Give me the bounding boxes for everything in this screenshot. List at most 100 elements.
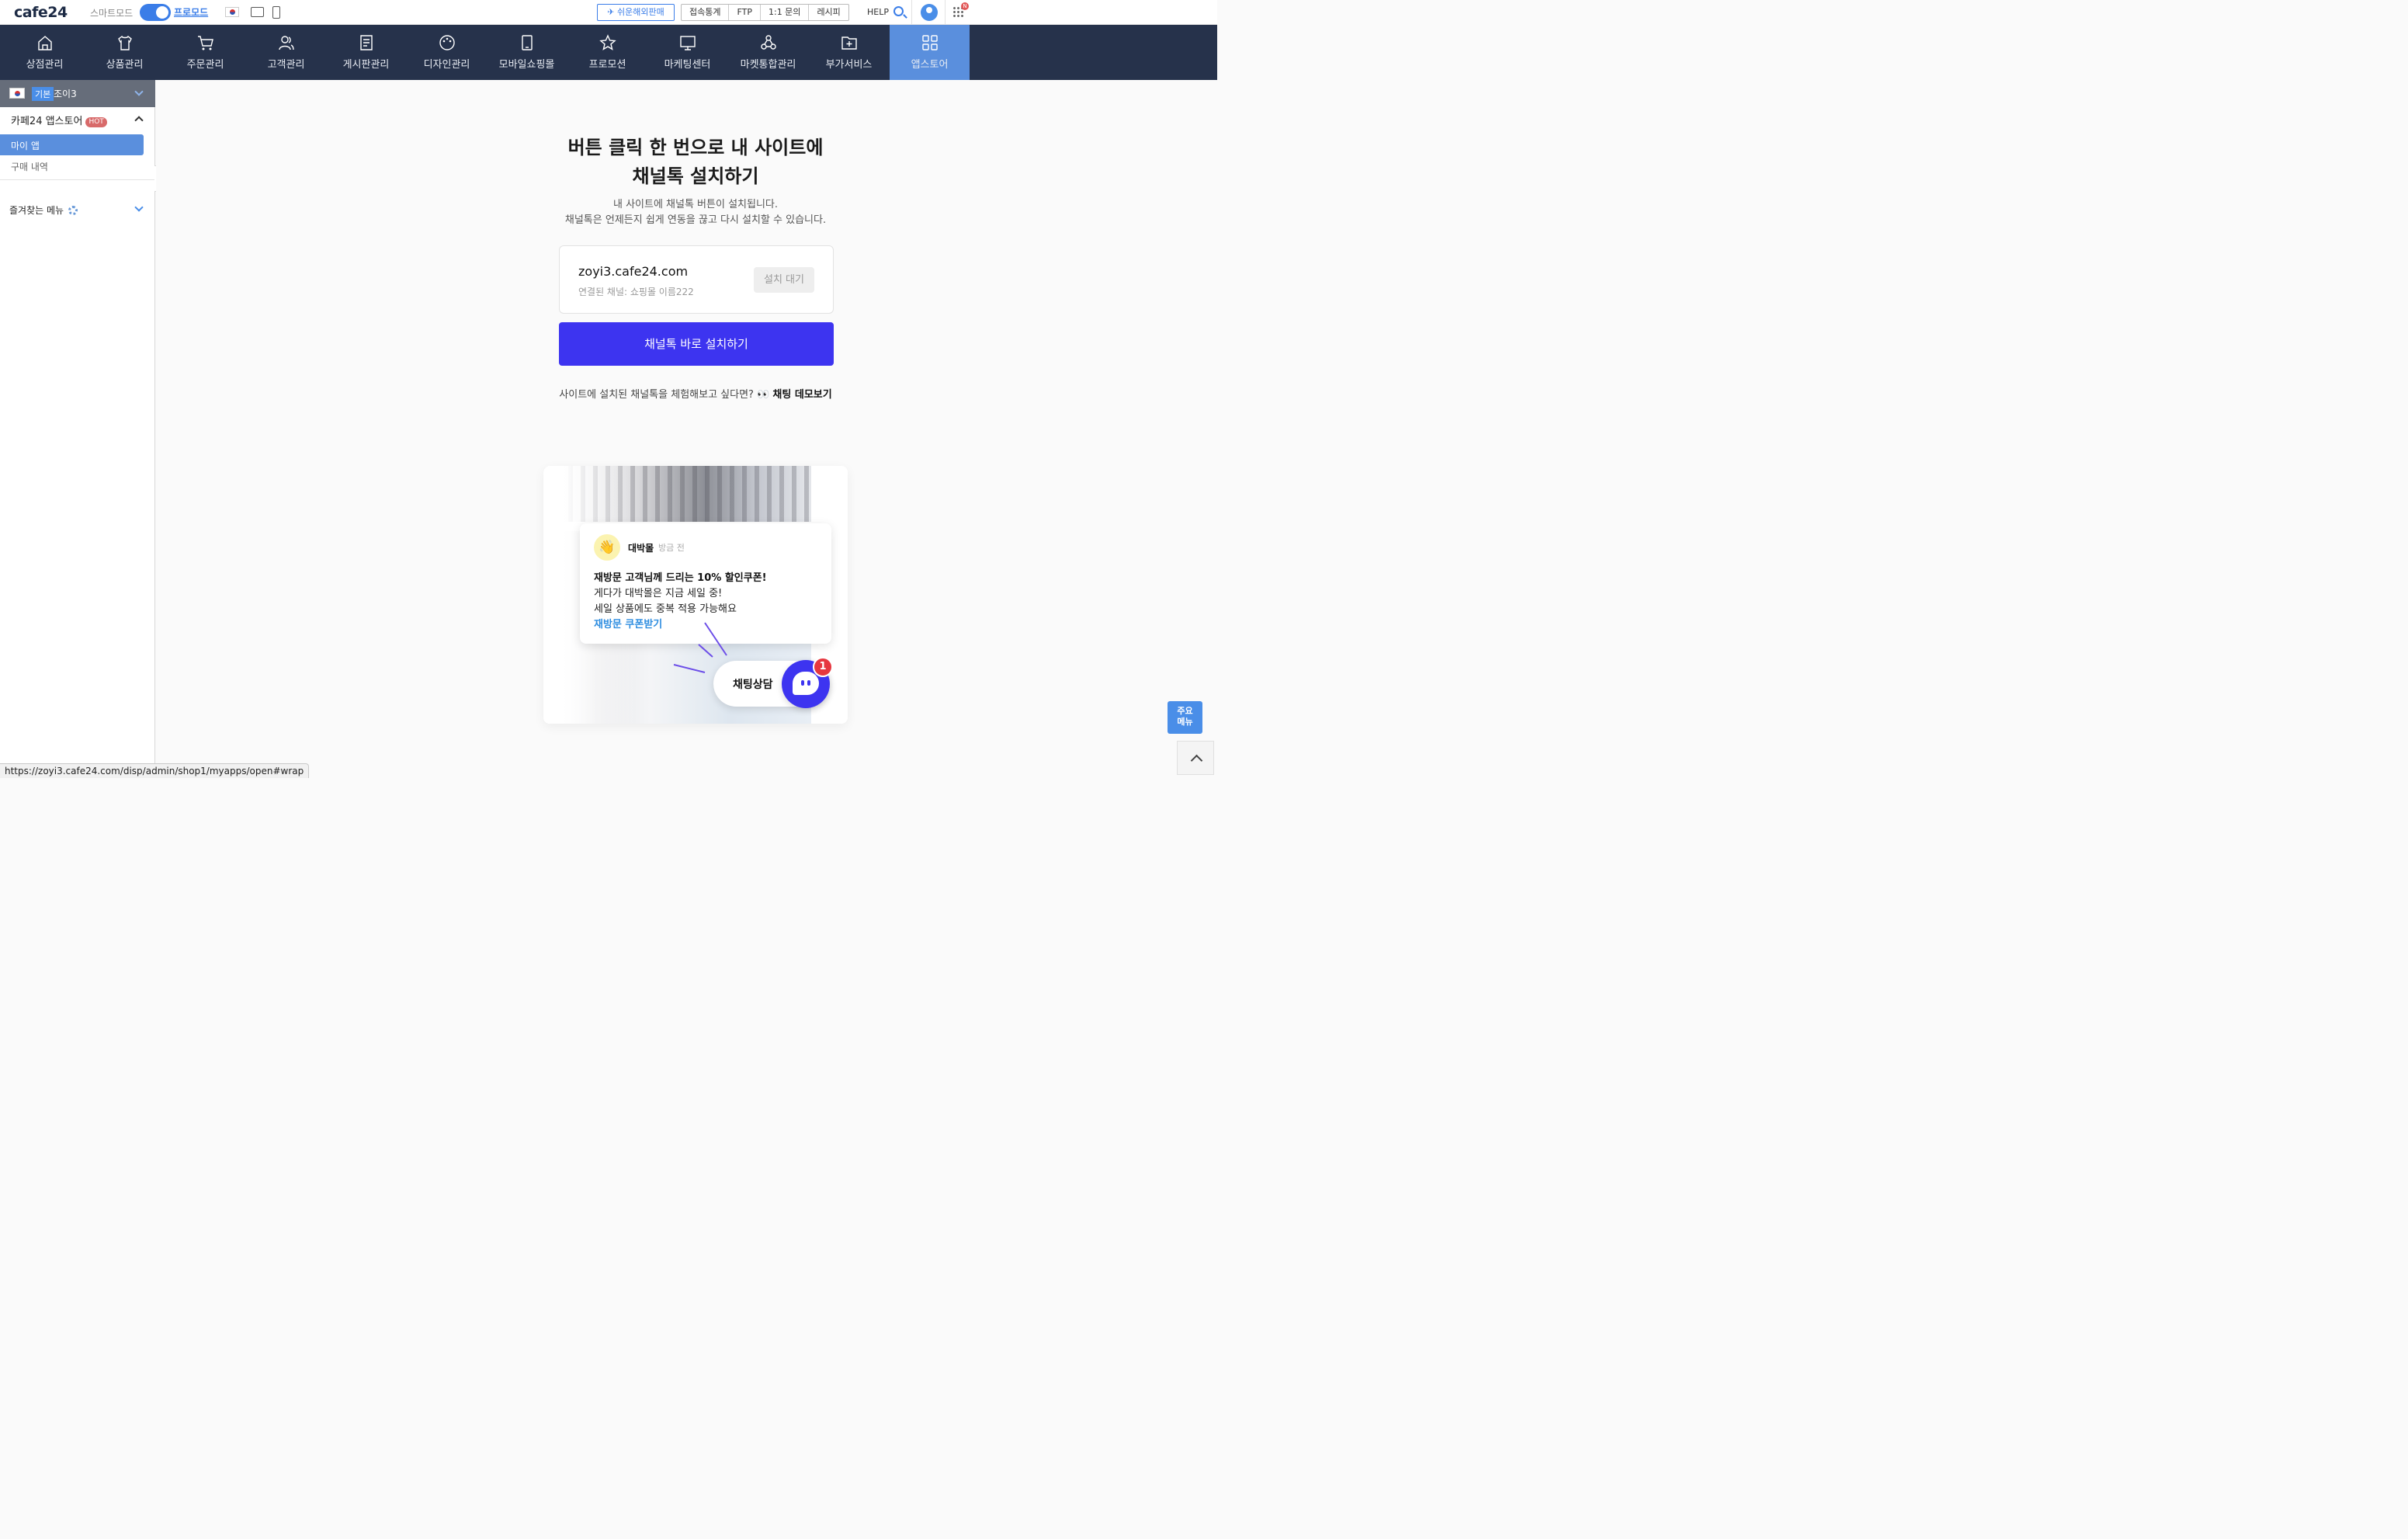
- nav-label: 마켓통합관리: [740, 59, 796, 71]
- nav-marketing-center[interactable]: 마케팅센터: [647, 25, 727, 80]
- inquiry-button[interactable]: 1:1 문의: [761, 5, 810, 20]
- chat-demo-link[interactable]: 채팅 데모보기: [772, 389, 831, 401]
- cafe24-logo[interactable]: cafe24: [14, 4, 68, 21]
- divider: [0, 179, 154, 180]
- nav-label: 주문관리: [186, 59, 224, 71]
- korea-flag-icon[interactable]: [225, 7, 239, 17]
- mobile-icon: [522, 35, 533, 50]
- desktop-icon[interactable]: [251, 7, 264, 17]
- store-icon: [38, 36, 52, 50]
- users-icon: [279, 36, 294, 50]
- description-line-1: 내 사이트에 채널톡 버튼이 설치됩니다.: [612, 199, 779, 210]
- main-nav: 상점관리 상품관리 주문관리 고객관리 게시판관리 디자인관리 모바일쇼핑몰 프…: [0, 25, 1217, 80]
- overseas-sales-label: 쉬운해외판매: [616, 7, 664, 17]
- mode-toggle[interactable]: [140, 4, 171, 21]
- nav-order-management[interactable]: 주문관리: [165, 25, 245, 80]
- nav-label: 앱스토어: [911, 59, 949, 71]
- korea-flag-icon: [9, 88, 25, 99]
- main-menu-word: 주요: [1177, 706, 1193, 716]
- nav-mobile-shop[interactable]: 모바일쇼핑몰: [487, 25, 567, 80]
- menu-my-apps[interactable]: 마이 앱: [0, 134, 144, 155]
- nav-app-store[interactable]: 앱스토어: [890, 25, 970, 80]
- page-title: 버튼 클릭 한 번으로 내 사이트에 채널톡 설치하기: [156, 134, 1235, 191]
- coupon-link: 재방문 쿠폰받기: [594, 619, 663, 631]
- nav-customer-management[interactable]: 고객관리: [246, 25, 326, 80]
- stats-button[interactable]: 접속통계: [682, 5, 730, 20]
- shop-selector[interactable]: 기본 조이3: [0, 80, 155, 107]
- message-line-2: 게다가 대박몰은 지금 세일 중!: [594, 588, 723, 599]
- network-icon: [761, 35, 776, 50]
- nav-market-integration[interactable]: 마켓통합관리: [728, 25, 808, 80]
- nav-board-management[interactable]: 게시판관리: [326, 25, 406, 80]
- waving-hand-icon: 👋: [594, 534, 620, 561]
- nav-store-management[interactable]: 상점관리: [5, 25, 85, 80]
- nav-label: 고객관리: [267, 59, 305, 71]
- gear-icon[interactable]: [68, 206, 78, 215]
- install-status-badge: 설치 대기: [754, 267, 814, 293]
- sidebar: 기본 조이3 카페24 앱스토어 HOT 마이 앱 구매 내역 즐겨찾는 메뉴: [0, 80, 155, 778]
- main-menu-button[interactable]: 주요 메뉴: [1168, 701, 1202, 734]
- quick-link-group: 접속통계 FTP 1:1 문의 레시피: [681, 4, 849, 21]
- status-bar-url: https://zoyi3.cafe24.com/disp/admin/shop…: [0, 763, 310, 778]
- chevron-up-icon[interactable]: [134, 116, 144, 125]
- folder-plus-icon: [841, 36, 857, 50]
- nav-label: 모바일쇼핑몰: [498, 59, 555, 71]
- divider: [911, 0, 912, 25]
- connected-channel: 연결된 채널: 쇼핑몰 이름222: [578, 287, 694, 297]
- nav-addon-services[interactable]: 부가서비스: [809, 25, 889, 80]
- nav-product-management[interactable]: 상품관리: [85, 25, 165, 80]
- message-line-1: 재방문 고객님께 드리는 10% 할인쿠폰!: [594, 572, 767, 584]
- chevron-down-icon[interactable]: [134, 203, 144, 212]
- nav-label: 상점관리: [26, 59, 64, 71]
- palette-icon: [439, 35, 455, 50]
- nav-label: 디자인관리: [423, 59, 470, 71]
- main-menu-word: 메뉴: [1177, 717, 1193, 727]
- divider: [945, 0, 946, 25]
- favorites-menu[interactable]: 즐겨찾는 메뉴: [9, 203, 78, 217]
- demo-prompt: 사이트에 설치된 채널톡을 체험해보고 싶다면? 👀 채팅 데모보기: [156, 386, 1235, 401]
- board-icon: [360, 35, 373, 50]
- appstore-section-title[interactable]: 카페24 앱스토어 HOT: [11, 113, 107, 127]
- title-line-2: 채널톡 설치하기: [632, 165, 759, 187]
- recipe-button[interactable]: 레시피: [809, 5, 848, 20]
- message-line-3: 세일 상품에도 중복 적용 가능해요: [594, 603, 737, 615]
- top-bar: cafe24 스마트모드 프로모드 ✈ 쉬운해외판매 접속통계 FTP 1:1 …: [0, 0, 1217, 25]
- user-avatar-icon[interactable]: [921, 4, 938, 21]
- nav-label: 게시판관리: [342, 59, 390, 71]
- shop-basic-tag: 기본: [32, 87, 54, 101]
- shirt-icon: [118, 35, 132, 50]
- site-domain: zoyi3.cafe24.com: [578, 264, 689, 279]
- cart-icon: [198, 36, 213, 50]
- star-icon: [599, 34, 616, 50]
- favorites-label: 즐겨찾는 메뉴: [9, 205, 64, 216]
- nav-label: 마케팅센터: [664, 59, 711, 71]
- monitor-icon: [680, 36, 696, 50]
- help-link[interactable]: HELP: [867, 7, 889, 17]
- site-card: zoyi3.cafe24.com 연결된 채널: 쇼핑몰 이름222 설치 대기: [559, 245, 834, 314]
- unread-count-badge: 1: [813, 657, 833, 677]
- nav-label: 프로모션: [588, 59, 626, 71]
- shop-name: 조이3: [54, 89, 77, 99]
- menu-purchase-history[interactable]: 구매 내역: [11, 160, 48, 173]
- smart-mode-label[interactable]: 스마트모드: [90, 6, 133, 19]
- page-description: 내 사이트에 채널톡 버튼이 설치됩니다. 채널톡은 언제든지 쉽게 연동을 끊…: [156, 197, 1235, 228]
- nav-design-management[interactable]: 디자인관리: [407, 25, 487, 80]
- description-line-2: 채널톡은 언제든지 쉽게 연동을 끊고 다시 설치할 수 있습니다.: [564, 214, 827, 226]
- overseas-sales-button[interactable]: ✈ 쉬운해외판매: [597, 4, 675, 21]
- grid-icon: [922, 35, 938, 50]
- nav-promotion[interactable]: 프로모션: [567, 25, 647, 80]
- install-channeltalk-button[interactable]: 채널톡 바로 설치하기: [559, 322, 834, 366]
- section-title-text: 카페24 앱스토어: [11, 116, 83, 127]
- ftp-button[interactable]: FTP: [729, 5, 761, 20]
- message-sender: 대박몰: [628, 543, 654, 554]
- scroll-top-button[interactable]: [1177, 741, 1214, 775]
- nav-label: 부가서비스: [825, 59, 873, 71]
- chat-consult-label: 채팅상담: [733, 679, 773, 691]
- pro-mode-label[interactable]: 프로모드: [174, 5, 208, 19]
- nav-label: 상품관리: [106, 59, 144, 71]
- chevron-down-icon: [134, 87, 144, 96]
- mobile-view-icon[interactable]: [272, 6, 280, 19]
- title-line-1: 버튼 클릭 한 번으로 내 사이트에: [567, 137, 824, 158]
- demo-text: 사이트에 설치된 채널톡을 체험해보고 싶다면? 👀: [559, 389, 770, 401]
- search-icon[interactable]: [893, 6, 904, 16]
